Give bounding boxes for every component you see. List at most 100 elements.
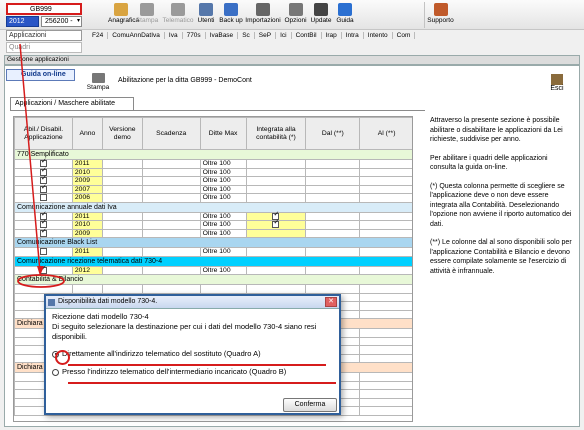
enable-checkbox[interactable] bbox=[39, 248, 47, 256]
cell-anno: 2011 bbox=[71, 159, 103, 169]
close-icon[interactable]: ✕ bbox=[325, 297, 337, 307]
section-title: 770 Semplificato bbox=[14, 149, 412, 160]
table-row: 2009 Oltre 100 bbox=[14, 228, 412, 238]
quadri-menu[interactable]: Quadri bbox=[6, 42, 82, 53]
menu-item[interactable]: Com bbox=[392, 32, 416, 39]
toolbar-label: Guida bbox=[336, 17, 354, 24]
header-scadenza: Scadenza bbox=[141, 117, 201, 150]
integrata-checkbox[interactable] bbox=[272, 219, 280, 229]
esci-button[interactable]: Esci bbox=[545, 74, 569, 96]
cell-anno: 2010 bbox=[71, 220, 103, 230]
menu-item[interactable]: Intento bbox=[363, 32, 393, 39]
cell-ditte-max: Oltre 100 bbox=[199, 211, 247, 221]
backup-icon bbox=[224, 3, 238, 16]
gear-icon bbox=[288, 3, 303, 16]
note-2: Per abilitare i quadri delle applicazion… bbox=[430, 154, 548, 172]
toolbar-button-guida[interactable]: Guida bbox=[334, 2, 356, 28]
cell-anno: 2009 bbox=[71, 176, 103, 186]
menu-item[interactable]: Iva bbox=[164, 32, 183, 39]
option-quadro-b[interactable]: Presso l'indirizzo telematico dell'inter… bbox=[52, 367, 333, 377]
chevron-down-icon: ▾ bbox=[76, 18, 80, 24]
cell-ditte-max: Oltre 100 bbox=[199, 220, 247, 230]
cell-anno: 2009 bbox=[71, 228, 103, 238]
section-row: Contabilità & Bilancio bbox=[14, 274, 412, 285]
exit-door-icon bbox=[551, 74, 563, 85]
annotation-underline-a bbox=[68, 364, 326, 366]
panel-title: Gestione applicazioni bbox=[4, 55, 580, 65]
section-row: Comunicazione Black List bbox=[14, 237, 412, 248]
applicazioni-menu[interactable]: Applicazioni bbox=[6, 30, 82, 41]
applications-menu-bar: F24 ComuAnnDatIva Iva 770s IvaBase Sc SeP Ici Co… bbox=[88, 31, 416, 41]
id-card-icon bbox=[114, 3, 128, 16]
enable-checkbox[interactable] bbox=[39, 194, 47, 202]
ditta-select[interactable]: 256200 - ▾ bbox=[41, 16, 82, 27]
option-quadro-a[interactable]: Direttamente all'indirizzo telematico de… bbox=[52, 349, 333, 359]
section-row: 770 Semplificato bbox=[14, 149, 412, 160]
conferma-button[interactable]: Conferma bbox=[283, 398, 337, 412]
panel-title-text: Gestione applicazioni bbox=[7, 56, 69, 63]
toolbar-button-back-up[interactable]: Back up bbox=[218, 2, 244, 28]
company-value: GB999 bbox=[30, 6, 52, 13]
table-row bbox=[14, 284, 412, 294]
cell-anno: 2007 bbox=[71, 184, 103, 194]
dialog-subtitle: Ricezione dati modello 730-4 bbox=[52, 312, 149, 321]
toolbar-button-supporto[interactable]: Supporto bbox=[424, 2, 456, 28]
menu-item[interactable]: Ici bbox=[276, 32, 292, 39]
dialog-title: Disponibilità dati modello 730-4. bbox=[58, 298, 158, 305]
stampa-label: Stampa bbox=[86, 84, 110, 91]
section-title: Contabilità & Bilancio bbox=[14, 274, 412, 285]
menu-item[interactable]: Intra bbox=[341, 32, 364, 39]
toolbar-label: Utenti bbox=[197, 17, 215, 24]
tab-label: Applicazioni / Maschere abilitate bbox=[15, 100, 115, 107]
telematico-icon bbox=[171, 3, 185, 16]
enable-checkbox[interactable] bbox=[39, 228, 47, 237]
radio-quadro-b[interactable] bbox=[52, 368, 59, 376]
enable-checkbox[interactable] bbox=[39, 184, 47, 193]
menu-item[interactable]: Irap bbox=[321, 32, 342, 39]
stampa-button[interactable]: Stampa bbox=[82, 73, 114, 95]
toolbar-button-anagrafica[interactable]: Anagrafica bbox=[108, 2, 139, 28]
dialog-titlebar: Disponibilità dati modello 730-4. ✕ bbox=[46, 296, 339, 309]
year-value: 2012 bbox=[9, 18, 25, 25]
year-select[interactable]: 2012 bbox=[6, 16, 39, 27]
menu-item[interactable]: SeP bbox=[254, 32, 277, 39]
cell-anno: 2011 bbox=[71, 247, 103, 257]
cell-ditte-max: Oltre 100 bbox=[199, 228, 247, 238]
tab-applicazioni-maschere[interactable]: Applicazioni / Maschere abilitate bbox=[10, 97, 134, 110]
cell-ditte-max: Oltre 100 bbox=[199, 193, 247, 203]
note-1: Attraverso la presente sezione è possibi… bbox=[430, 117, 563, 143]
toolbar-button-opzioni[interactable]: Opzioni bbox=[283, 2, 308, 28]
section-row: Comunicazione annuale dati Iva bbox=[14, 201, 412, 213]
annotation-ring bbox=[55, 350, 70, 365]
menu-item[interactable]: 770s bbox=[182, 32, 206, 39]
cell-anno: 2012 bbox=[71, 265, 103, 275]
enable-checkbox[interactable] bbox=[39, 265, 47, 274]
guida-online-button[interactable]: Guida on-line bbox=[6, 69, 75, 81]
toolbar-label: Opzioni bbox=[284, 17, 307, 24]
table-row: 2007 Oltre 100 bbox=[14, 184, 412, 194]
menu-item[interactable]: Sc bbox=[238, 32, 255, 39]
note-3: (*) Questa colonna permette di scegliere… bbox=[430, 182, 572, 228]
cell-anno: 2010 bbox=[71, 167, 103, 177]
table-row: 2010 Oltre 100 bbox=[14, 167, 412, 177]
cell-ditte-max: Oltre 100 bbox=[199, 265, 247, 275]
toolbar-label: Update bbox=[310, 17, 332, 24]
toolbar-button-update[interactable]: Update bbox=[309, 2, 333, 28]
menu-item[interactable]: ComuAnnDatIva bbox=[108, 32, 165, 39]
option-quadro-a-label: Direttamente all'indirizzo telematico de… bbox=[62, 349, 261, 358]
toolbar-button-telematico[interactable]: Telematico bbox=[162, 2, 194, 28]
toolbar-button-importazioni[interactable]: Importazioni bbox=[245, 2, 281, 28]
cell-ditte-max: Oltre 100 bbox=[199, 167, 247, 177]
toolbar-label: Telematico bbox=[162, 17, 194, 24]
abilitazione-label: Abilitazione per la ditta GB999 - DemoCo… bbox=[118, 77, 252, 84]
toolbar-button-utenti[interactable]: Utenti bbox=[195, 2, 217, 28]
menu-item[interactable]: ContBil bbox=[291, 32, 322, 39]
header-al: Al (**) bbox=[359, 117, 412, 150]
menu-item[interactable]: F24 bbox=[88, 32, 109, 39]
toolbar-label: Stampa bbox=[135, 17, 159, 24]
company-select[interactable]: GB999 bbox=[6, 3, 82, 15]
window-icon bbox=[48, 299, 55, 306]
menu-item[interactable]: IvaBase bbox=[205, 32, 239, 39]
ditta-value: 256200 - bbox=[45, 18, 73, 25]
toolbar-button-stampa[interactable]: Stampa bbox=[134, 2, 160, 28]
